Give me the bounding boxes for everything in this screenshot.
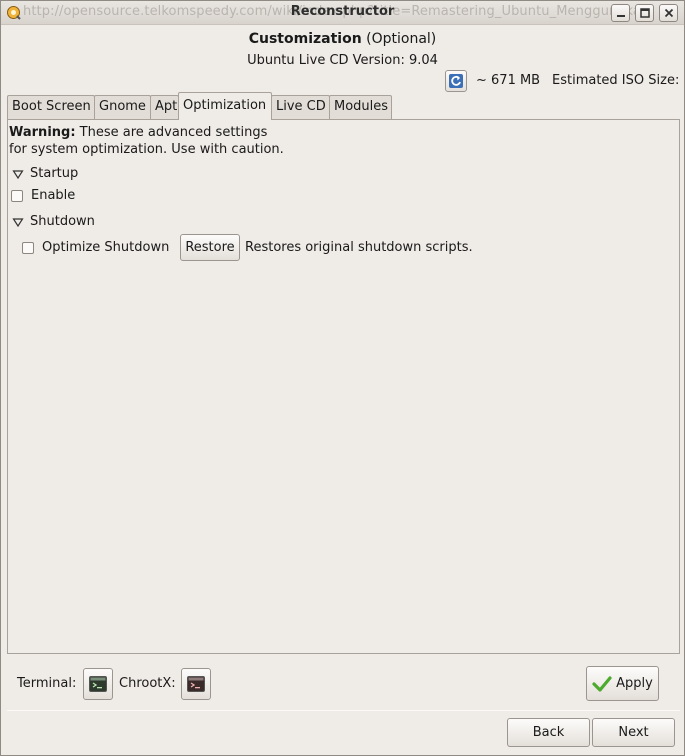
startup-enable-row: Enable <box>11 188 75 203</box>
button-separator <box>7 710 680 711</box>
warning-line-1: These are advanced settings <box>75 125 268 140</box>
terminal-button[interactable] <box>83 668 113 700</box>
close-icon <box>664 8 673 18</box>
startup-expander[interactable]: Startup <box>12 166 78 181</box>
optimize-shutdown-checkbox[interactable] <box>22 241 34 254</box>
terminal-icon <box>89 676 107 692</box>
check-icon <box>592 675 612 692</box>
reconstructor-window: http://opensource.telkomspeedy.com/wiki/… <box>0 0 685 756</box>
back-button[interactable]: Back <box>507 718 590 747</box>
startup-enable-label: Enable <box>31 188 76 203</box>
optimization-panel: Warning: These are advanced settings for… <box>7 119 680 654</box>
shutdown-expander[interactable]: Shutdown <box>12 214 95 229</box>
iso-size-label: Estimated ISO Size: <box>552 73 680 88</box>
warning-label: Warning: <box>9 125 76 140</box>
expander-down-icon <box>12 169 24 179</box>
refresh-icon <box>449 74 463 88</box>
minimize-icon <box>616 15 625 17</box>
page-title-rest: (Optional) <box>361 31 437 47</box>
terminal-label: Terminal: <box>17 676 77 691</box>
page-title: Customization (Optional) <box>1 31 684 47</box>
shutdown-label: Shutdown <box>30 214 95 229</box>
tab-boot-screen[interactable]: Boot Screen <box>7 95 95 119</box>
chrootx-button[interactable] <box>181 668 211 700</box>
tab-gnome[interactable]: Gnome <box>94 95 151 119</box>
next-button[interactable]: Next <box>592 718 675 747</box>
expander-down-icon <box>12 217 24 227</box>
warning-line-2: for system optimization. Use with cautio… <box>9 142 284 157</box>
version-label: Ubuntu Live CD Version: 9.04 <box>247 53 438 68</box>
maximize-icon <box>639 8 650 18</box>
apply-button[interactable]: Apply <box>586 666 659 701</box>
maximize-button[interactable] <box>635 4 654 22</box>
tab-optimization[interactable]: Optimization <box>178 92 272 120</box>
iso-size-value: ~ 671 MB <box>476 73 541 88</box>
restore-description: Restores original shutdown scripts. <box>245 240 473 255</box>
optimize-shutdown-row: Optimize Shutdown <box>22 240 169 255</box>
minimize-button[interactable] <box>611 4 630 22</box>
optimize-shutdown-label: Optimize Shutdown <box>42 240 170 255</box>
tab-apt[interactable]: Apt <box>150 95 179 119</box>
window-title: Reconstructor <box>290 4 395 19</box>
title-bar[interactable]: http://opensource.telkomspeedy.com/wiki/… <box>1 1 684 25</box>
tab-live-cd[interactable]: Live CD <box>271 95 330 119</box>
apply-label: Apply <box>616 676 653 691</box>
warning-text: Warning: These are advanced settings for… <box>9 124 284 158</box>
tab-modules[interactable]: Modules <box>329 95 392 119</box>
restore-button[interactable]: Restore <box>180 234 240 261</box>
chroot-terminal-icon <box>187 676 205 692</box>
close-button[interactable] <box>659 4 678 22</box>
startup-label: Startup <box>30 166 79 181</box>
chrootx-label: ChrootX: <box>119 676 176 691</box>
page-title-bold: Customization <box>248 31 362 47</box>
startup-enable-checkbox[interactable] <box>11 189 23 202</box>
refresh-size-button[interactable] <box>445 70 467 92</box>
